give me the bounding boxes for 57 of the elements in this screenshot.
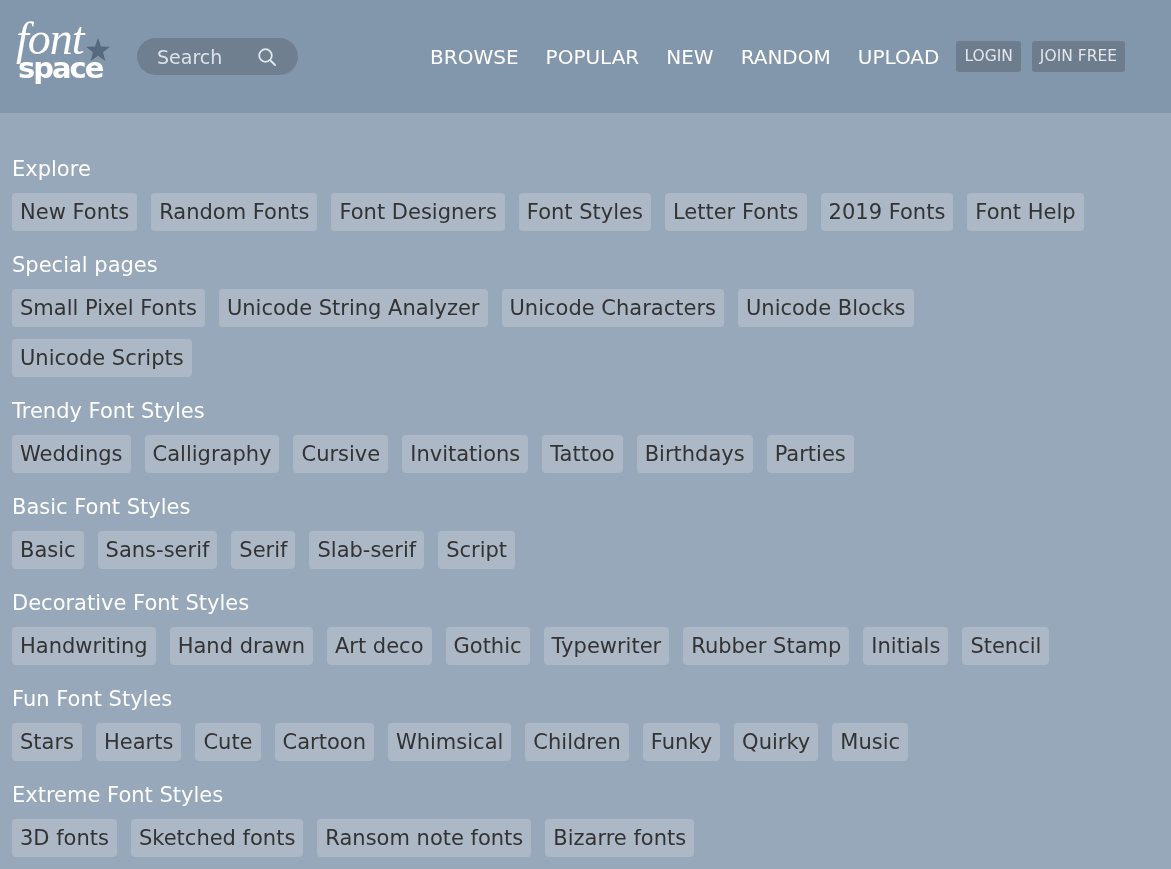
section-heading: Trendy Font Styles	[12, 398, 206, 425]
category-link[interactable]: Invitations	[402, 435, 529, 473]
category-link[interactable]: Stencil	[962, 627, 1050, 665]
category-link[interactable]: Sketched fonts	[130, 819, 304, 857]
category-link[interactable]: Funky	[642, 723, 721, 761]
category-link[interactable]: Hand drawn	[169, 627, 313, 665]
category-link[interactable]: Cartoon	[274, 723, 374, 761]
category-link[interactable]: Sans-serif	[97, 531, 218, 569]
category-link[interactable]: Quirky	[734, 723, 819, 761]
section-heading: Extreme Font Styles	[12, 782, 225, 809]
category-link[interactable]: Whimsical	[387, 723, 512, 761]
search-icon[interactable]	[258, 47, 276, 66]
category-link[interactable]: Letter Fonts	[664, 193, 807, 231]
category-link[interactable]: Font Designers	[331, 193, 505, 231]
category-link[interactable]: 2019 Fonts	[820, 193, 954, 231]
category-link[interactable]: Ransom note fonts	[317, 819, 532, 857]
star-icon	[86, 37, 110, 61]
category-link[interactable]: Stars	[12, 723, 82, 761]
category-link[interactable]: Random Fonts	[151, 193, 318, 231]
category-link[interactable]: Font Styles	[518, 193, 651, 231]
category-link[interactable]: New Fonts	[12, 193, 138, 231]
category-link[interactable]: Unicode String Analyzer	[218, 289, 488, 327]
category-link[interactable]: Typewriter	[543, 627, 670, 665]
category-link[interactable]: 3D fonts	[12, 819, 117, 857]
category-link[interactable]: Parties	[766, 435, 854, 473]
category-link[interactable]: Unicode Blocks	[737, 289, 914, 327]
category-link[interactable]: Unicode Scripts	[12, 339, 192, 377]
category-link[interactable]: Rubber Stamp	[683, 627, 850, 665]
category-link[interactable]: Birthdays	[636, 435, 753, 473]
section-heading: Fun Font Styles	[12, 686, 174, 713]
category-link[interactable]: Bizarre fonts	[545, 819, 695, 857]
join-button[interactable]: JOIN FREE	[1031, 41, 1125, 72]
login-button[interactable]: LOGIN	[956, 41, 1021, 72]
category-link[interactable]: Serif	[231, 531, 296, 569]
category-link[interactable]: Cursive	[293, 435, 389, 473]
category-link[interactable]: Unicode Characters	[501, 289, 724, 327]
category-link[interactable]: Calligraphy	[144, 435, 280, 473]
category-link[interactable]: Script	[438, 531, 516, 569]
category-link[interactable]: Initials	[863, 627, 949, 665]
category-link[interactable]: Art deco	[326, 627, 432, 665]
section-heading: Special pages	[12, 252, 159, 279]
category-link[interactable]: Gothic	[445, 627, 530, 665]
search-field[interactable]: Search	[137, 38, 298, 75]
category-link[interactable]: Slab-serif	[309, 531, 425, 569]
section-heading: Decorative Font Styles	[12, 590, 251, 617]
category-link[interactable]: Cute	[195, 723, 261, 761]
section-heading: Basic Font Styles	[12, 494, 192, 521]
section-heading: Explore	[12, 156, 92, 183]
category-link[interactable]: Children	[525, 723, 629, 761]
category-link[interactable]: Music	[832, 723, 908, 761]
category-link[interactable]: Handwriting	[12, 627, 156, 665]
category-link[interactable]: Tattoo	[542, 435, 623, 473]
category-link[interactable]: Font Help	[967, 193, 1084, 231]
category-link[interactable]: Weddings	[12, 435, 131, 473]
category-link[interactable]: Basic	[12, 531, 84, 569]
category-link[interactable]: Hearts	[96, 723, 182, 761]
category-link[interactable]: Small Pixel Fonts	[12, 289, 205, 327]
